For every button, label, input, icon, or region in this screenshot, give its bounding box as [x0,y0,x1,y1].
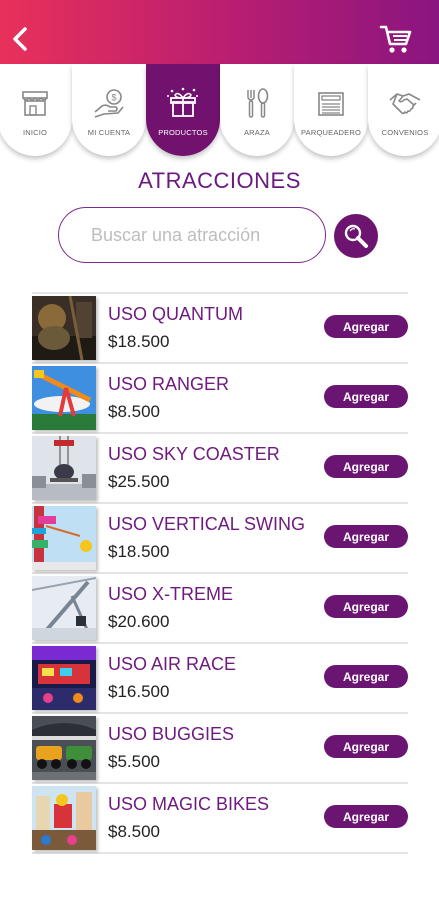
handshake-icon [389,93,421,115]
attraction-thumbnail [32,786,96,850]
attraction-list: USO QUANTUM $18.500 Agregar USO RANGER $… [32,292,408,854]
list-item: USO QUANTUM $18.500 Agregar [32,294,408,364]
gift-box-icon [167,87,198,117]
tab-convenios[interactable]: CONVENIOS [368,64,439,156]
attraction-thumbnail [32,436,96,500]
list-item: USO RANGER $8.500 Agregar [32,364,408,434]
tab-label: PARQUEADERO [301,128,361,137]
list-item: USO VERTICAL SWING $18.500 Agregar [32,504,408,574]
back-button[interactable] [8,24,34,54]
list-item: USO SKY COASTER $25.500 Agregar [32,434,408,504]
list-item: USO AIR RACE $16.500 Agregar [32,644,408,714]
fork-spoon-icon [247,88,269,118]
tab-label: INICIO [22,128,48,137]
search-button[interactable] [334,214,378,258]
svg-text:$: $ [112,93,117,103]
attraction-price: $18.500 [108,332,170,351]
tab-label: CONVENIOS [381,128,429,137]
attraction-price: $5.500 [108,752,160,771]
store-icon [22,91,48,116]
attraction-thumbnail [32,576,96,640]
attraction-name: USO VERTICAL SWING [108,514,306,534]
attraction-thumbnail [32,296,96,360]
attraction-price: $8.500 [108,822,160,841]
tab-label: MI CUENTA [87,128,131,137]
attraction-thumbnail [32,716,96,780]
attraction-name: USO QUANTUM [108,304,243,324]
attraction-price: $20.600 [108,612,170,631]
chevron-left-icon [13,27,27,51]
attraction-name: USO RANGER [108,374,230,394]
add-button[interactable]: Agregar [324,455,408,478]
attraction-price: $18.500 [108,542,170,561]
tab-parqueadero[interactable]: PARQUEADERO [294,64,368,156]
tab-productos[interactable]: PRODUCTOS [146,64,220,156]
attraction-price: $8.500 [108,402,160,421]
add-button[interactable]: Agregar [324,315,408,338]
section-title: ATRACCIONES [138,168,301,193]
attraction-name: USO X-TREME [108,584,234,604]
category-tabs: INICIO $ MI CUENTA PRODUCTOS ARAZA PARQU… [0,64,439,164]
app-header [0,0,439,66]
tab-inicio[interactable]: INICIO [0,64,72,156]
tab-mi-cuenta[interactable]: $ MI CUENTA [72,64,146,156]
list-item: USO MAGIC BIKES $8.500 Agregar [32,784,408,854]
search-icon [344,224,368,248]
list-item: USO X-TREME $20.600 Agregar [32,574,408,644]
attraction-thumbnail [32,506,96,570]
attraction-name: USO SKY COASTER [108,444,280,464]
attraction-thumbnail [32,366,96,430]
add-button[interactable]: Agregar [324,525,408,548]
attraction-price: $25.500 [108,472,170,491]
attraction-name: USO BUGGIES [108,724,235,744]
attraction-thumbnail [32,646,96,710]
add-button[interactable]: Agregar [324,665,408,688]
parking-gate-icon [318,92,344,116]
attraction-name: USO MAGIC BIKES [108,794,270,814]
add-button[interactable]: Agregar [324,735,408,758]
cart-icon [379,25,412,53]
tab-label: ARAZA [243,128,270,137]
add-button[interactable]: Agregar [324,595,408,618]
hand-coin-icon: $ [94,89,124,118]
attraction-price: $16.500 [108,682,170,701]
tab-araza[interactable]: ARAZA [220,64,294,156]
cart-button[interactable] [379,22,413,56]
attraction-name: USO AIR RACE [108,654,237,674]
add-button[interactable]: Agregar [324,385,408,408]
search-input[interactable] [58,207,326,263]
tab-label: PRODUCTOS [158,128,208,137]
list-item: USO BUGGIES $5.500 Agregar [32,714,408,784]
add-button[interactable]: Agregar [324,805,408,828]
